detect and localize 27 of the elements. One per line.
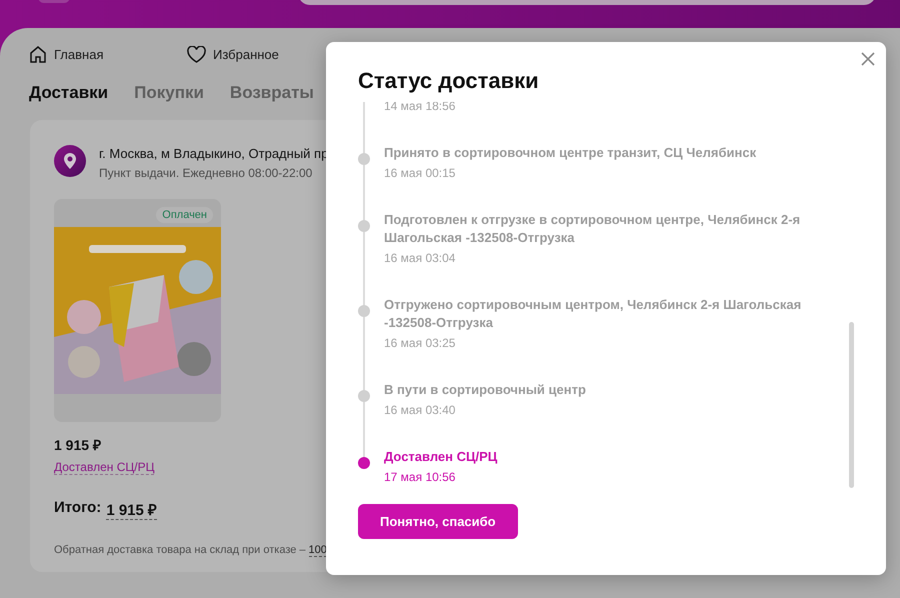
nav-link[interactable]: Избранное bbox=[213, 46, 279, 62]
event-title: Доставлен СЦ/РЦ bbox=[384, 448, 498, 466]
location-pin-icon bbox=[54, 145, 86, 177]
paid-badge: Оплачен bbox=[156, 207, 213, 223]
event-date: 16 мая 03:40 bbox=[384, 403, 456, 417]
total-label: Итого: bbox=[54, 499, 102, 518]
confirm-button[interactable]: Понятно, спасибо bbox=[358, 504, 518, 539]
event-date: 16 мая 03:04 bbox=[384, 251, 456, 265]
return-delivery-note: Обратная доставка товара на склад при отказе – bbox=[54, 544, 306, 557]
event-title: Принято в сортировочном центре транзит, СЦ Челябинск bbox=[384, 144, 758, 162]
home-icon bbox=[29, 45, 47, 63]
event-date: 16 мая 03:25 bbox=[384, 336, 456, 350]
heart-icon bbox=[187, 46, 206, 62]
modal-title: Статус доставки bbox=[358, 68, 539, 94]
event-title: Подготовлен к отгрузке в сортировочном центре, Челябинск 2-я Шагольская -132508-Отгрузка bbox=[384, 211, 802, 247]
event-date: 16 мая 00:15 bbox=[384, 166, 456, 180]
close-icon[interactable] bbox=[860, 51, 876, 67]
event-date: 17 мая 10:56 bbox=[384, 470, 456, 484]
nav-link[interactable]: Главная bbox=[54, 46, 104, 62]
event-title: Отгружено сортировочным центром, Челябинск 2-я Шагольская -132508-Отгрузка bbox=[384, 296, 802, 332]
event-title: В пути в сортировочный центр bbox=[384, 381, 587, 399]
pickup-hours: Пункт выдачи. Ежедневно 08:00-22:00 bbox=[99, 166, 314, 180]
delivery-status-link[interactable]: Доставлен СЦ/РЦ bbox=[54, 460, 154, 475]
item-price: 1 915 ₽ bbox=[54, 436, 102, 454]
scrollbar-thumb[interactable] bbox=[849, 322, 854, 488]
total-value[interactable]: 1 915 ₽ bbox=[106, 499, 158, 520]
tab[interactable]: Доставки bbox=[29, 83, 108, 103]
